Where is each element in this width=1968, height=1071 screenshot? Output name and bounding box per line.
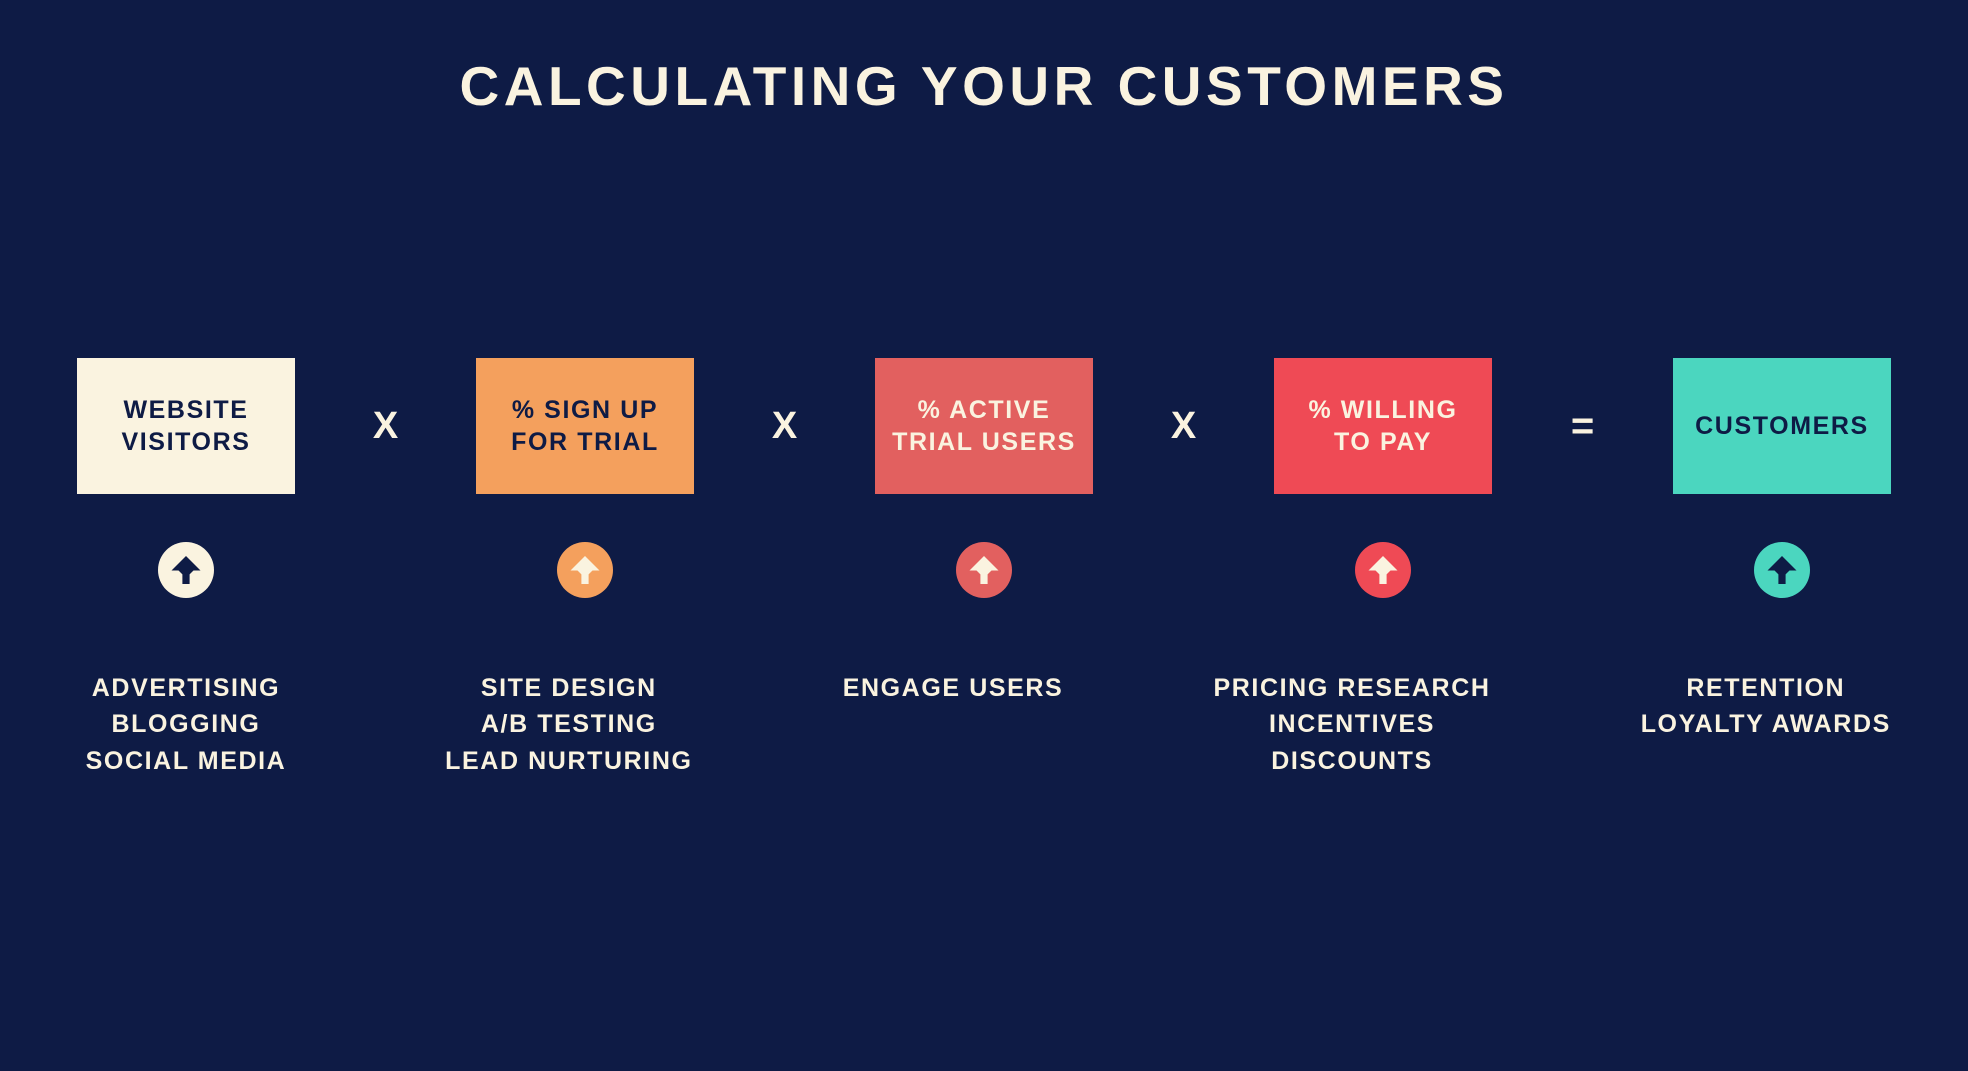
operator-equals: = [1570,404,1595,448]
caption-line: INCENTIVES [1269,710,1436,739]
icon-row [77,540,1891,600]
caption-line: RETENTION [1686,674,1846,702]
arrow-up-circle-icon [956,542,1012,598]
caption-line: LOYALTY AWARDS [1640,710,1891,739]
arrow-up-circle-icon [557,542,613,598]
caption-customers: RETENTION LOYALTY AWARDS [1641,670,1891,743]
caption-row: ADVERTISING BLOGGING SOCIAL MEDIA SITE DES… [77,670,1891,779]
caption-line: ADVERTISING [91,674,281,702]
caption-line: BLOGGING [111,710,261,739]
caption-line: LEAD NURTURING [445,746,693,775]
stage-box-percent-active-trial-users: % ACTIVE TRIAL USERS [875,358,1093,494]
arrow-up-circle-icon [1355,542,1411,598]
stage-box-percent-willing-to-pay: % WILLING TO PAY [1274,358,1492,494]
stage-label: CUSTOMERS [1695,411,1869,440]
arrow-up-circle-icon [158,542,214,598]
caption-line: SOCIAL MEDIA [85,746,287,775]
icon-cell-customers [1673,542,1891,598]
stage-label: % ACTIVE TRIAL USERS [892,395,1076,457]
caption-line: ENGAGE USERS [842,674,1064,702]
operator-multiply-2: X [771,405,798,447]
infographic-canvas: CALCULATING YOUR CUSTOMERS WEBSITE VISIT… [0,0,1968,1071]
caption-percent-active-trial-users: ENGAGE USERS [843,670,1064,706]
page-title: CALCULATING YOUR CUSTOMERS [459,55,1509,117]
operator-multiply-3: X [1170,405,1197,447]
icon-cell-percent-willing-to-pay [1274,542,1492,598]
stage-box-percent-sign-up-for-trial: % SIGN UP FOR TRIAL [476,358,694,494]
caption-website-visitors: ADVERTISING BLOGGING SOCIAL MEDIA [77,670,295,779]
caption-percent-sign-up-for-trial: SITE DESIGN A/B TESTING LEAD NURTURING [445,670,692,779]
caption-line: PRICING RESEARCH [1213,674,1491,702]
caption-line: A/B TESTING [480,710,657,739]
caption-line: SITE DESIGN [480,674,657,702]
icon-cell-website-visitors [77,542,295,598]
formula-row: WEBSITE VISITORS X % SIGN UP FOR TRIAL X… [77,358,1891,494]
stage-box-website-visitors: WEBSITE VISITORS [77,358,295,494]
stage-label: WEBSITE VISITORS [121,395,251,457]
stage-label: % WILLING TO PAY [1308,395,1458,457]
caption-line: DISCOUNTS [1271,746,1433,775]
stage-box-customers: CUSTOMERS [1673,358,1891,494]
icon-cell-percent-active-trial-users [875,542,1093,598]
stage-label: % SIGN UP FOR TRIAL [511,395,659,457]
caption-percent-willing-to-pay: PRICING RESEARCH INCENTIVES DISCOUNTS [1214,670,1491,779]
arrow-up-circle-icon [1754,542,1810,598]
icon-cell-percent-sign-up-for-trial [476,542,694,598]
operator-multiply-1: X [372,405,399,447]
